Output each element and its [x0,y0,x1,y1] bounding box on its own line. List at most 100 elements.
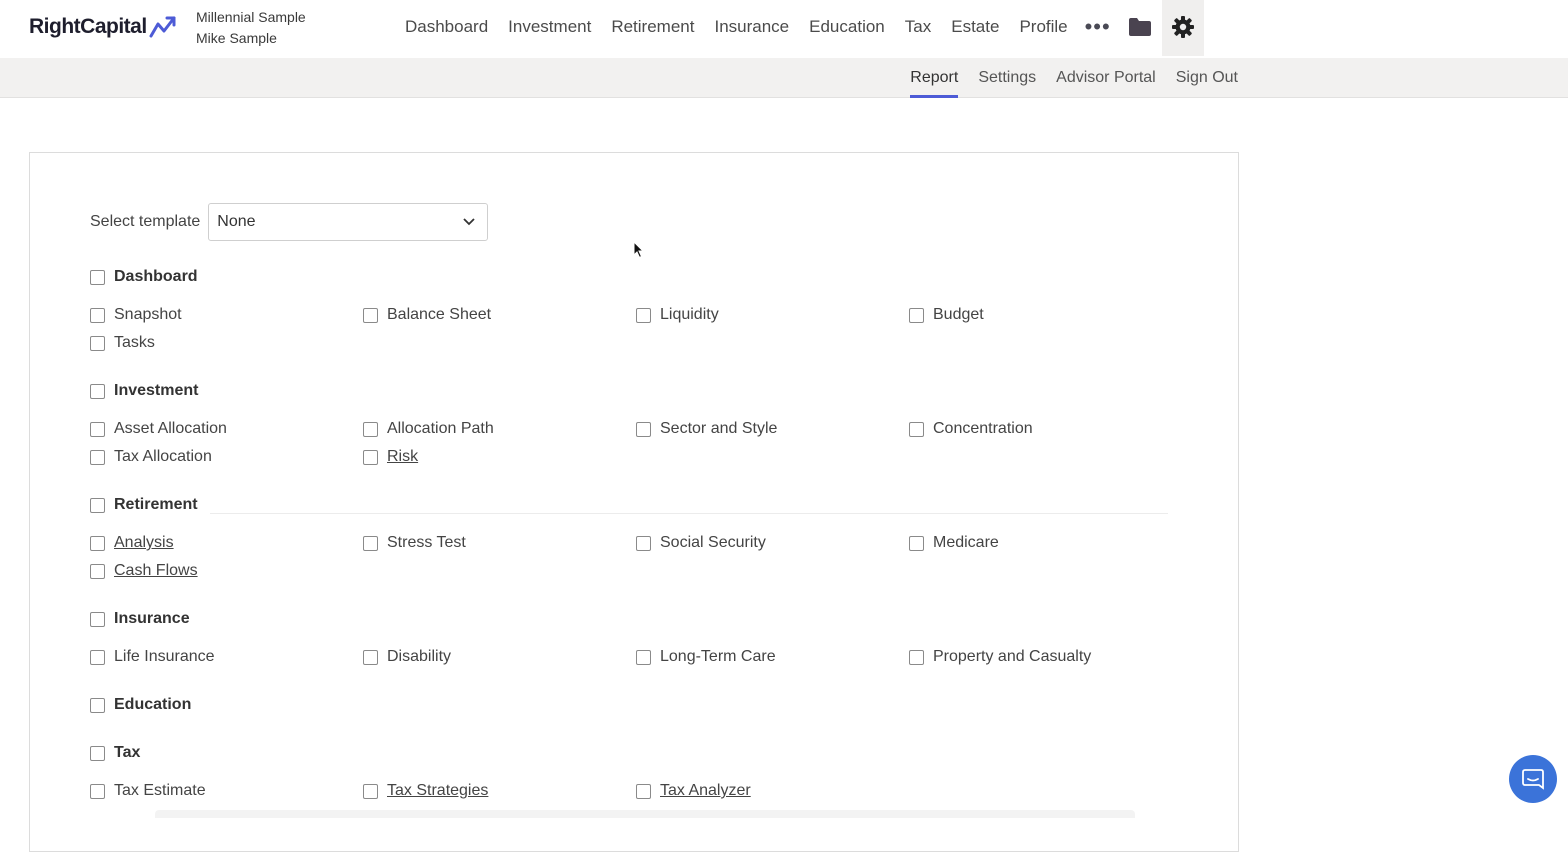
logo-text: RightCapital [29,15,147,38]
section-investment[interactable]: Investment [90,382,198,400]
option-checkbox[interactable] [909,649,924,665]
option-label: Concentration [933,420,1033,437]
gear-icon[interactable] [1161,0,1204,56]
client-info[interactable]: Millennial Sample Mike Sample [196,7,306,49]
section-divider [210,513,1168,514]
template-select-value: None [217,213,256,230]
nav-profile[interactable]: Profile [1009,17,1077,37]
section-checkbox[interactable] [90,697,105,713]
section-tax[interactable]: Tax [90,744,140,762]
section-insurance[interactable]: Insurance [90,610,190,628]
option-label: Asset Allocation [114,420,227,437]
main-nav: Dashboard Investment Retirement Insuranc… [395,0,1204,56]
section-checkbox[interactable] [90,497,105,513]
option-tax-estimate[interactable]: Tax Estimate [90,782,206,800]
option-checkbox[interactable] [636,421,651,437]
option-checkbox[interactable] [363,449,378,465]
section-checkbox[interactable] [90,383,105,399]
option-cash-flows[interactable]: Cash Flows [90,562,198,580]
chat-support-button[interactable] [1509,755,1557,803]
more-icon[interactable]: ••• [1078,0,1118,54]
option-snapshot[interactable]: Snapshot [90,306,182,324]
option-checkbox[interactable] [363,307,378,323]
option-checkbox[interactable] [90,563,105,579]
option-liquidity[interactable]: Liquidity [636,306,719,324]
option-stress-test[interactable]: Stress Test [363,534,466,552]
option-risk[interactable]: Risk [363,448,418,466]
subnav-sign-out[interactable]: Sign Out [1176,58,1238,98]
option-concentration[interactable]: Concentration [909,420,1033,438]
option-tasks[interactable]: Tasks [90,334,155,352]
option-label-link[interactable]: Tax Strategies [387,782,488,800]
option-label-link[interactable]: Risk [387,448,418,466]
option-label: Snapshot [114,306,182,323]
option-checkbox[interactable] [909,307,924,323]
rightcapital-logo[interactable]: RightCapital [29,12,177,42]
section-label: Investment [114,382,199,399]
subnav-report[interactable]: Report [910,58,959,98]
option-label: Allocation Path [387,420,494,437]
option-label: Property and Casualty [933,648,1092,665]
option-checkbox[interactable] [90,335,105,351]
section-checkbox[interactable] [90,745,105,761]
subnav-advisor-portal[interactable]: Advisor Portal [1056,58,1156,98]
option-asset-allocation[interactable]: Asset Allocation [90,420,227,438]
nav-insurance[interactable]: Insurance [704,17,799,37]
option-checkbox[interactable] [636,783,651,799]
nav-investment[interactable]: Investment [498,17,601,37]
nav-education[interactable]: Education [799,17,895,37]
section-education[interactable]: Education [90,696,191,714]
option-label: Life Insurance [114,648,215,665]
option-social-security[interactable]: Social Security [636,534,766,552]
option-checkbox[interactable] [363,783,378,799]
option-label: Balance Sheet [387,306,492,323]
option-checkbox[interactable] [363,535,378,551]
option-label-link[interactable]: Cash Flows [114,562,198,580]
option-checkbox[interactable] [90,307,105,323]
option-label-link[interactable]: Analysis [114,534,174,552]
option-tax-strategies[interactable]: Tax Strategies [363,782,488,800]
option-checkbox[interactable] [90,449,105,465]
section-retirement[interactable]: Retirement [90,496,198,514]
option-tax-allocation[interactable]: Tax Allocation [90,448,212,466]
sub-navigation-bar: Report Settings Advisor Portal Sign Out [0,58,1568,98]
folder-icon[interactable] [1118,0,1162,54]
option-checkbox[interactable] [909,421,924,437]
client-name: Mike Sample [196,30,277,46]
option-life-insurance[interactable]: Life Insurance [90,648,215,666]
option-checkbox[interactable] [636,649,651,665]
section-checkbox[interactable] [90,611,105,627]
section-checkbox[interactable] [90,269,105,285]
option-sector-and-style[interactable]: Sector and Style [636,420,777,438]
option-checkbox[interactable] [363,649,378,665]
option-analysis[interactable]: Analysis [90,534,174,552]
nav-tax[interactable]: Tax [895,17,941,37]
nav-estate[interactable]: Estate [941,17,1009,37]
option-label: Liquidity [660,306,719,323]
option-checkbox[interactable] [636,307,651,323]
option-checkbox[interactable] [90,535,105,551]
option-tax-analyzer[interactable]: Tax Analyzer [636,782,751,800]
option-checkbox[interactable] [363,421,378,437]
option-property-and-casualty[interactable]: Property and Casualty [909,648,1091,666]
chat-icon [1522,769,1544,790]
subnav-settings[interactable]: Settings [978,58,1036,98]
nav-dashboard[interactable]: Dashboard [395,17,498,37]
option-allocation-path[interactable]: Allocation Path [363,420,494,438]
option-checkbox[interactable] [636,535,651,551]
option-label: Stress Test [387,534,466,551]
settings-subnav: Report Settings Advisor Portal Sign Out [890,58,1238,98]
option-checkbox[interactable] [909,535,924,551]
option-checkbox[interactable] [90,421,105,437]
option-balance-sheet[interactable]: Balance Sheet [363,306,491,324]
template-select[interactable]: None [208,203,489,241]
option-checkbox[interactable] [90,649,105,665]
option-checkbox[interactable] [90,783,105,799]
option-medicare[interactable]: Medicare [909,534,999,552]
section-dashboard[interactable]: Dashboard [90,268,198,286]
option-disability[interactable]: Disability [363,648,451,666]
option-long-term-care[interactable]: Long-Term Care [636,648,776,666]
option-budget[interactable]: Budget [909,306,984,324]
nav-retirement[interactable]: Retirement [601,17,704,37]
option-label-link[interactable]: Tax Analyzer [660,782,751,800]
